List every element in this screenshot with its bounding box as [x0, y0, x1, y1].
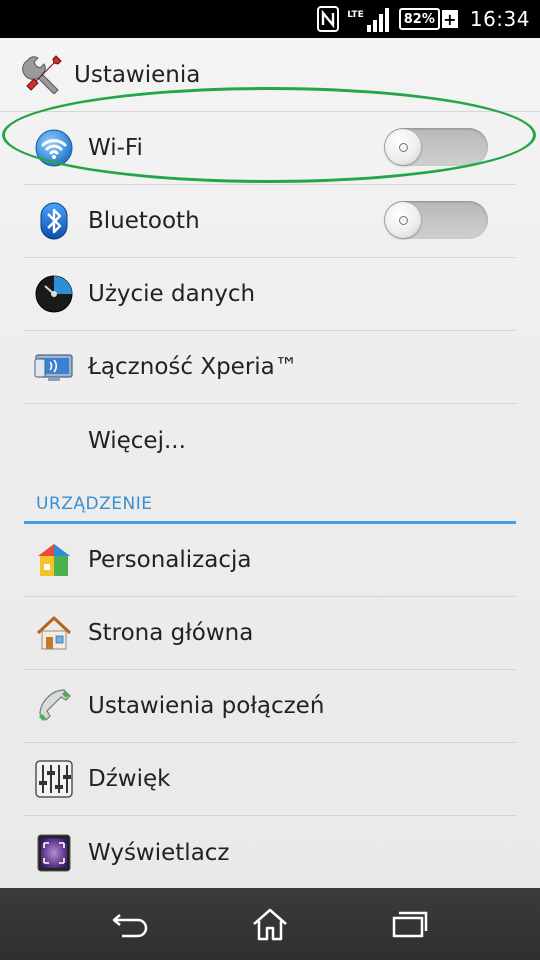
settings-row-home-screen[interactable]: Strona główna	[24, 597, 516, 670]
settings-row-bluetooth[interactable]: Bluetooth	[24, 185, 516, 258]
network-type-label: LTE	[347, 10, 364, 20]
tools-icon	[22, 52, 64, 98]
personalization-icon	[34, 540, 74, 580]
xperia-connectivity-icon	[34, 347, 74, 387]
status-bar: LTE 82% + 16:34	[0, 0, 540, 38]
settings-row-more[interactable]: Więcej...	[24, 404, 516, 477]
knob-dot	[398, 142, 408, 152]
settings-row-label: Dźwięk	[88, 766, 171, 792]
knob-dot	[398, 215, 408, 225]
settings-row-display[interactable]: Wyświetlacz	[24, 816, 516, 889]
toggle-knob	[385, 129, 421, 165]
settings-row-sound[interactable]: Dźwięk	[24, 743, 516, 816]
call-settings-icon	[34, 686, 74, 726]
bluetooth-icon	[34, 201, 74, 241]
settings-row-call-settings[interactable]: Ustawienia połączeń	[24, 670, 516, 743]
action-bar: Ustawienia	[0, 38, 540, 112]
battery-icon: 82% +	[398, 8, 458, 30]
settings-row-label: Ustawienia połączeń	[88, 693, 325, 719]
data-usage-icon	[34, 274, 74, 314]
settings-row-label: Personalizacja	[88, 547, 252, 573]
charging-icon: +	[441, 9, 458, 29]
settings-row-label: Więcej...	[88, 427, 186, 454]
toggle-knob	[385, 202, 421, 238]
settings-row-data-usage[interactable]: Użycie danych	[24, 258, 516, 331]
settings-row-label: Strona główna	[88, 620, 254, 646]
signal-icon	[366, 8, 389, 32]
nfc-icon	[317, 6, 340, 32]
settings-row-label: Łączność Xperia™	[88, 354, 298, 380]
sound-icon	[34, 759, 74, 799]
settings-row-label: Wyświetlacz	[88, 839, 230, 866]
recent-apps-icon[interactable]	[380, 894, 440, 954]
navigation-bar	[0, 888, 540, 960]
home-icon[interactable]	[240, 894, 300, 954]
display-icon	[34, 833, 74, 873]
settings-row-label: Wi-Fi	[88, 135, 143, 161]
battery-percent: 82%	[398, 8, 440, 30]
settings-row-label: Bluetooth	[88, 208, 200, 234]
settings-row-label: Użycie danych	[88, 281, 256, 307]
settings-panel: Ustawienia Wi-Fi Bluetooth Użycie danych…	[0, 38, 540, 888]
home-screen-icon	[34, 613, 74, 653]
settings-row-xperia-connectivity[interactable]: Łączność Xperia™	[24, 331, 516, 404]
section-header-device: URZĄDZENIE	[24, 486, 516, 524]
signal-indicator: LTE	[347, 6, 391, 32]
back-icon[interactable]	[100, 894, 160, 954]
settings-row-wifi[interactable]: Wi-Fi	[24, 112, 516, 185]
clock: 16:34	[469, 7, 530, 31]
wifi-toggle[interactable]	[384, 128, 488, 166]
wifi-icon	[34, 128, 74, 168]
page-title: Ustawienia	[74, 61, 201, 88]
settings-row-personalization[interactable]: Personalizacja	[24, 524, 516, 597]
bluetooth-toggle[interactable]	[384, 201, 488, 239]
